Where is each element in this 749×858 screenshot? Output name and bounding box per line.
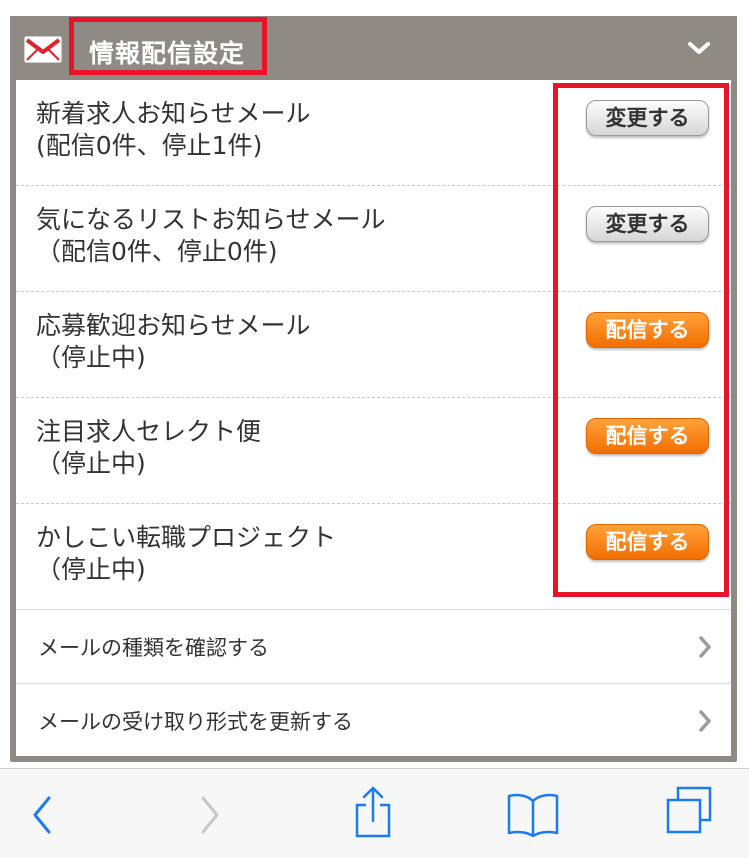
mail-type-label: かしこい転職プロジェクト （停止中) (36, 522, 336, 586)
page-title: 情報配信設定 (89, 39, 246, 68)
chevron-right-icon (699, 636, 711, 658)
title-highlight-annotation: 情報配信設定 (69, 17, 267, 75)
list-item: 新着求人お知らせメール (配信0件、停止1件) 変更する (16, 80, 731, 186)
mail-type-status: (配信0件、停止1件) (36, 131, 263, 160)
share-icon[interactable] (352, 785, 394, 839)
mail-type-status: （停止中) (36, 343, 146, 372)
mail-type-name: 気になるリストお知らせメール (36, 205, 386, 234)
mail-type-status: （停止中) (36, 555, 146, 584)
list-item: かしこい転職プロジェクト （停止中) 配信する (16, 504, 731, 610)
mail-settings-panel: 情報配信設定 新着求人お知らせメール (配信0件、停止1件) 変更する 気になる… (10, 16, 737, 762)
tabs-icon[interactable] (664, 785, 714, 837)
mail-type-label: 応募歓迎お知らせメール （停止中) (36, 310, 311, 374)
list-item: 注目求人セレクト便 （停止中) 配信する (16, 398, 731, 504)
chevron-down-icon[interactable] (687, 38, 711, 58)
forward-arrow-icon[interactable] (198, 795, 222, 835)
mail-type-name: かしこい転職プロジェクト (36, 523, 337, 552)
mail-type-label: 新着求人お知らせメール (配信0件、停止1件) (36, 98, 311, 162)
mail-type-name: 注目求人セレクト便 (36, 417, 262, 446)
subscribe-button[interactable]: 配信する (586, 524, 709, 560)
mail-type-name: 新着求人お知らせメール (36, 99, 311, 128)
mail-type-status: （配信0件、停止0件) (36, 237, 278, 266)
chevron-right-icon (699, 710, 711, 732)
list-item: 応募歓迎お知らせメール （停止中) 配信する (16, 292, 731, 398)
mail-type-label: 気になるリストお知らせメール （配信0件、停止0件) (36, 204, 386, 268)
panel-header[interactable]: 情報配信設定 (10, 16, 737, 80)
list-item: 気になるリストお知らせメール （配信0件、停止0件) 変更する (16, 186, 731, 292)
change-button[interactable]: 変更する (586, 206, 709, 242)
subscribe-button[interactable]: 配信する (586, 312, 709, 348)
change-button[interactable]: 変更する (586, 100, 709, 136)
check-mail-types-link[interactable]: メールの種類を確認する (16, 610, 731, 684)
update-mail-format-link[interactable]: メールの受け取り形式を更新する (16, 684, 731, 758)
link-label: メールの受け取り形式を更新する (38, 710, 353, 734)
link-label: メールの種類を確認する (38, 636, 269, 660)
mail-type-name: 応募歓迎お知らせメール (36, 311, 311, 340)
mail-type-label: 注目求人セレクト便 （停止中) (36, 416, 261, 480)
envelope-icon (24, 36, 62, 63)
mail-list: 新着求人お知らせメール (配信0件、停止1件) 変更する 気になるリストお知らせ… (16, 80, 731, 756)
mail-type-status: （停止中) (36, 449, 146, 478)
back-arrow-icon[interactable] (30, 795, 54, 835)
bookmarks-icon[interactable] (505, 791, 561, 837)
subscribe-button[interactable]: 配信する (586, 418, 709, 454)
browser-toolbar (0, 768, 749, 858)
